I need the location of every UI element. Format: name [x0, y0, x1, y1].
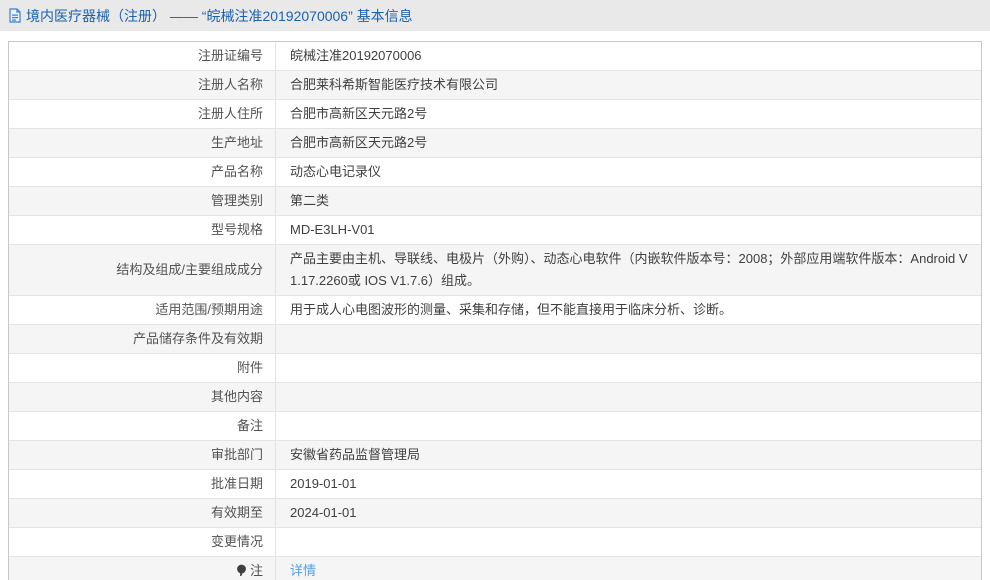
- row-label: 注册人住所: [9, 100, 276, 129]
- row-label: 型号规格: [9, 216, 276, 245]
- table-row: 有效期至 2024-01-01: [9, 499, 981, 528]
- note-label: 注: [250, 563, 263, 578]
- row-value: 产品主要由主机、导联线、电极片（外购）、动态心电软件（内嵌软件版本号：2008；…: [276, 245, 982, 296]
- row-value: 皖械注准20192070006: [276, 42, 982, 71]
- row-value: 合肥莱科希斯智能医疗技术有限公司: [276, 71, 982, 100]
- table-row: 备注: [9, 412, 981, 441]
- row-label: 附件: [9, 354, 276, 383]
- row-label: 结构及组成/主要组成成分: [9, 245, 276, 296]
- row-label: 备注: [9, 412, 276, 441]
- row-label: 注册证编号: [9, 42, 276, 71]
- table-row: 结构及组成/主要组成成分 产品主要由主机、导联线、电极片（外购）、动态心电软件（…: [9, 245, 981, 296]
- table-row: 注册证编号 皖械注准20192070006: [9, 42, 981, 71]
- table-row: 批准日期 2019-01-01: [9, 470, 981, 499]
- row-value: [276, 412, 982, 441]
- row-value: 合肥市高新区天元路2号: [276, 129, 982, 158]
- page-title: 境内医疗器械（注册） —— “皖械注准20192070006” 基本信息: [26, 6, 413, 26]
- table-row: 型号规格 MD-E3LH-V01: [9, 216, 981, 245]
- row-label: 产品名称: [9, 158, 276, 187]
- table-row: 审批部门 安徽省药品监督管理局: [9, 441, 981, 470]
- header-bar: 境内医疗器械（注册） —— “皖械注准20192070006” 基本信息: [0, 0, 990, 31]
- row-label: 审批部门: [9, 441, 276, 470]
- row-value: [276, 383, 982, 412]
- table-row: 变更情况: [9, 528, 981, 557]
- row-value: 安徽省药品监督管理局: [276, 441, 982, 470]
- row-value: MD-E3LH-V01: [276, 216, 982, 245]
- row-label: 变更情况: [9, 528, 276, 557]
- row-value: 动态心电记录仪: [276, 158, 982, 187]
- table-row-note: 注 详情: [9, 557, 981, 580]
- table-row: 其他内容: [9, 383, 981, 412]
- table-row: 产品名称 动态心电记录仪: [9, 158, 981, 187]
- row-value: 详情: [276, 557, 982, 580]
- row-value: 2024-01-01: [276, 499, 982, 528]
- table-row: 适用范围/预期用途 用于成人心电图波形的测量、采集和存储，但不能直接用于临床分析…: [9, 296, 981, 325]
- row-value: 第二类: [276, 187, 982, 216]
- row-label: 管理类别: [9, 187, 276, 216]
- row-value: [276, 528, 982, 557]
- bulb-icon: [236, 564, 247, 577]
- row-label: 产品储存条件及有效期: [9, 325, 276, 354]
- row-label: 适用范围/预期用途: [9, 296, 276, 325]
- document-icon: [8, 8, 22, 23]
- row-label: 批准日期: [9, 470, 276, 499]
- row-label: 有效期至: [9, 499, 276, 528]
- row-label: 注: [9, 557, 276, 580]
- row-value: [276, 325, 982, 354]
- row-value: 用于成人心电图波形的测量、采集和存储，但不能直接用于临床分析、诊断。: [276, 296, 982, 325]
- table-row: 产品储存条件及有效期: [9, 325, 981, 354]
- row-value: [276, 354, 982, 383]
- table-row: 注册人名称 合肥莱科希斯智能医疗技术有限公司: [9, 71, 981, 100]
- detail-link[interactable]: 详情: [290, 563, 316, 578]
- table-row: 注册人住所 合肥市高新区天元路2号: [9, 100, 981, 129]
- row-label: 生产地址: [9, 129, 276, 158]
- row-label: 注册人名称: [9, 71, 276, 100]
- row-value: 合肥市高新区天元路2号: [276, 100, 982, 129]
- table-row: 附件: [9, 354, 981, 383]
- row-value: 2019-01-01: [276, 470, 982, 499]
- row-label: 其他内容: [9, 383, 276, 412]
- basic-info-table: 注册证编号 皖械注准20192070006 注册人名称 合肥莱科希斯智能医疗技术…: [8, 41, 982, 580]
- page: 境内医疗器械（注册） —— “皖械注准20192070006” 基本信息 注册证…: [0, 0, 990, 580]
- table-row: 生产地址 合肥市高新区天元路2号: [9, 129, 981, 158]
- table-row: 管理类别 第二类: [9, 187, 981, 216]
